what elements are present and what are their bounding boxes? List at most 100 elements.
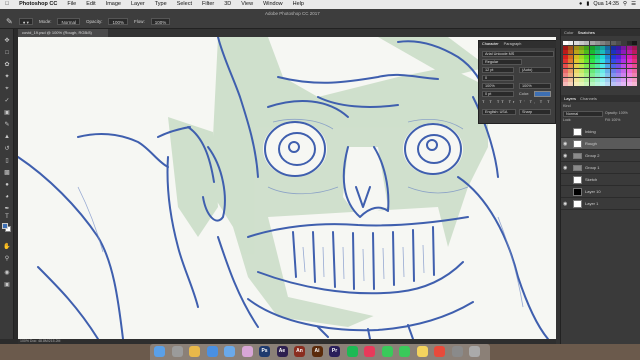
dock-mail-icon[interactable] [224, 346, 235, 357]
layer-kind-filter[interactable]: Kind [563, 104, 639, 110]
swatch-cell[interactable] [600, 45, 606, 50]
swatch-cell[interactable] [578, 64, 584, 68]
swatch-cell[interactable] [573, 82, 579, 87]
lasso-tool-icon[interactable]: ✿ [3, 61, 11, 69]
swatch-cell[interactable] [573, 41, 579, 45]
swatch-cell[interactable] [631, 54, 637, 59]
swatch-cell[interactable] [573, 77, 579, 82]
dodge-tool-icon[interactable]: ◕ [3, 193, 11, 201]
swatch-cell[interactable] [563, 59, 568, 64]
swatch-cell[interactable] [568, 59, 574, 64]
swatch-cell[interactable] [578, 41, 584, 45]
swatch-cell[interactable] [578, 45, 584, 50]
menu-window[interactable]: Window [258, 0, 288, 9]
swatch-cell[interactable] [600, 68, 606, 73]
swatch-cell[interactable] [626, 54, 632, 59]
swatch-cell[interactable] [584, 41, 590, 45]
swatch-cell[interactable] [621, 68, 627, 73]
dock-settings-icon[interactable] [451, 346, 463, 357]
swatch-cell[interactable] [573, 59, 579, 64]
swatch-cell[interactable] [600, 73, 606, 78]
swatch-cell[interactable] [594, 59, 600, 64]
menu-view[interactable]: View [236, 0, 258, 9]
swatch-cell[interactable] [626, 64, 632, 68]
swatch-cell[interactable] [594, 77, 600, 82]
wifi-icon[interactable]: ● [579, 0, 582, 9]
dock-illustrator-icon[interactable]: Ai [311, 346, 323, 357]
swatch-cell[interactable] [594, 50, 600, 55]
swatch-cell[interactable] [605, 59, 611, 64]
swatch-cell[interactable] [610, 50, 616, 55]
swatch-cell[interactable] [631, 68, 637, 73]
swatch-cell[interactable] [563, 64, 568, 68]
swatch-cell[interactable] [589, 45, 595, 50]
clock[interactable]: Qua 14:35 [593, 0, 619, 9]
document-canvas[interactable] [18, 37, 556, 339]
swatch-cell[interactable] [610, 68, 616, 73]
swatch-cell[interactable] [610, 59, 616, 64]
swatch-cell[interactable] [631, 82, 637, 87]
swatch-cell[interactable] [616, 73, 621, 78]
layer-row[interactable]: ◉ Rough [561, 138, 640, 150]
move-tool-icon[interactable]: ✥ [3, 37, 11, 45]
dock-finder-icon[interactable] [154, 346, 165, 357]
dock-photos-icon[interactable] [241, 346, 253, 357]
antialias-select[interactable]: Sharp [519, 109, 551, 115]
screen-mode-icon[interactable]: ▣ [3, 281, 11, 289]
swatch-cell[interactable] [610, 82, 616, 87]
swatch-cell[interactable] [563, 73, 568, 78]
swatch-cell[interactable] [605, 68, 611, 73]
swatch-cell[interactable] [563, 68, 568, 73]
swatch-cell[interactable] [600, 77, 606, 82]
marquee-tool-icon[interactable]: □ [3, 49, 11, 57]
menu-type[interactable]: Type [150, 0, 172, 9]
blur-tool-icon[interactable]: ● [3, 181, 11, 189]
dock-calendar-icon[interactable] [434, 346, 445, 357]
history-brush-icon[interactable]: ↺ [3, 145, 11, 153]
swatch-cell[interactable] [626, 41, 632, 45]
menu-filter[interactable]: Filter [197, 0, 219, 9]
gradient-tool-icon[interactable]: ▩ [3, 169, 11, 177]
swatch-cell[interactable] [578, 73, 584, 78]
swatch-cell[interactable] [578, 50, 584, 55]
swatch-cell[interactable] [584, 68, 590, 73]
swatch-cell[interactable] [568, 77, 574, 82]
swatch-cell[interactable] [616, 64, 621, 68]
dock-after-effects-icon[interactable]: Ae [276, 346, 288, 357]
swatch-cell[interactable] [584, 64, 590, 68]
visibility-eye-icon[interactable]: ◉ [563, 150, 569, 162]
layer-opacity[interactable]: Opacity: 100% [605, 111, 639, 117]
swatch-cell[interactable] [568, 82, 574, 87]
swatch-cell[interactable] [589, 41, 595, 45]
baseline-shift-input[interactable]: 0 pt [482, 91, 514, 97]
menu-help[interactable]: Help [288, 0, 309, 9]
quick-mask-icon[interactable]: ◉ [3, 269, 11, 277]
swatch-cell[interactable] [568, 68, 574, 73]
swatch-cell[interactable] [589, 77, 595, 82]
swatch-cell[interactable] [610, 77, 616, 82]
dock-launchpad-icon[interactable] [171, 346, 183, 357]
swatch-cell[interactable] [568, 54, 574, 59]
swatch-cell[interactable] [605, 45, 611, 50]
swatch-cell[interactable] [621, 64, 627, 68]
swatch-cell[interactable] [563, 41, 568, 45]
swatch-cell[interactable] [616, 77, 621, 82]
swatch-cell[interactable] [626, 82, 632, 87]
horizontal-scale-input[interactable]: 100% [519, 83, 551, 89]
kerning-input[interactable]: 0 [482, 75, 514, 81]
vertical-scale-input[interactable]: 100% [482, 83, 514, 89]
layer-row[interactable]: Inking [561, 126, 640, 138]
swatch-cell[interactable] [621, 45, 627, 50]
swatch-cell[interactable] [594, 45, 600, 50]
swatch-cell[interactable] [621, 73, 627, 78]
menu-file[interactable]: File [62, 0, 81, 9]
swatch-cell[interactable] [616, 68, 621, 73]
crop-tool-icon[interactable]: ⌖ [3, 85, 11, 93]
visibility-eye-icon[interactable]: ◉ [563, 162, 569, 174]
swatch-cell[interactable] [578, 54, 584, 59]
swatch-cell[interactable] [600, 54, 606, 59]
swatch-cell[interactable] [610, 73, 616, 78]
swatch-cell[interactable] [578, 68, 584, 73]
swatch-cell[interactable] [573, 64, 579, 68]
swatch-cell[interactable] [626, 59, 632, 64]
